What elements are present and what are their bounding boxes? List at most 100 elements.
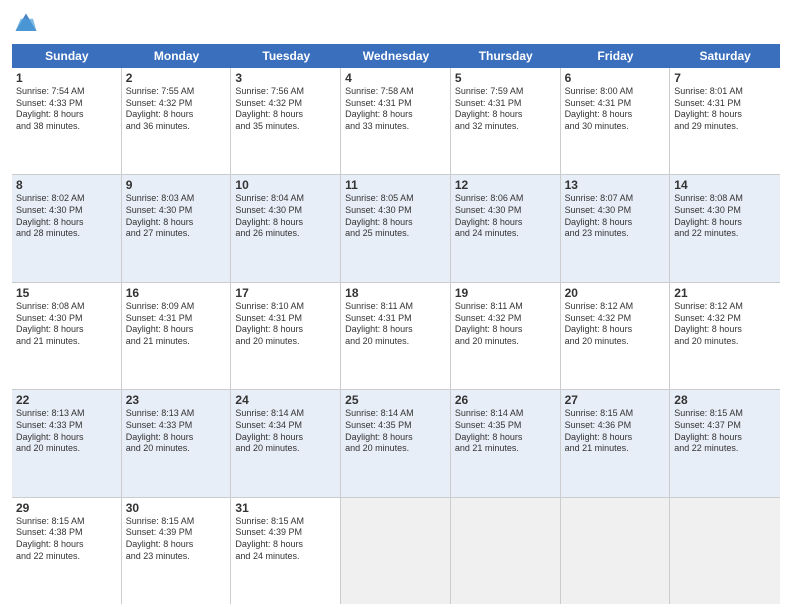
cell-info: Sunrise: 8:13 AMSunset: 4:33 PMDaylight:… xyxy=(16,408,117,455)
cell-info: Sunrise: 8:11 AMSunset: 4:31 PMDaylight:… xyxy=(345,301,446,348)
calendar-cell: 19Sunrise: 8:11 AMSunset: 4:32 PMDayligh… xyxy=(451,283,561,389)
calendar-row: 1Sunrise: 7:54 AMSunset: 4:33 PMDaylight… xyxy=(12,68,780,175)
day-number: 29 xyxy=(16,501,117,515)
day-number: 7 xyxy=(674,71,776,85)
weekday-header: Sunday xyxy=(12,44,122,68)
cell-info: Sunrise: 8:04 AMSunset: 4:30 PMDaylight:… xyxy=(235,193,336,240)
day-number: 8 xyxy=(16,178,117,192)
day-number: 10 xyxy=(235,178,336,192)
day-number: 28 xyxy=(674,393,776,407)
calendar-cell: 13Sunrise: 8:07 AMSunset: 4:30 PMDayligh… xyxy=(561,175,671,281)
calendar-header: SundayMondayTuesdayWednesdayThursdayFrid… xyxy=(12,44,780,68)
day-number: 27 xyxy=(565,393,666,407)
day-number: 13 xyxy=(565,178,666,192)
cell-info: Sunrise: 7:55 AMSunset: 4:32 PMDaylight:… xyxy=(126,86,227,133)
calendar-cell: 5Sunrise: 7:59 AMSunset: 4:31 PMDaylight… xyxy=(451,68,561,174)
day-number: 30 xyxy=(126,501,227,515)
day-number: 17 xyxy=(235,286,336,300)
cell-info: Sunrise: 8:07 AMSunset: 4:30 PMDaylight:… xyxy=(565,193,666,240)
calendar-cell: 9Sunrise: 8:03 AMSunset: 4:30 PMDaylight… xyxy=(122,175,232,281)
calendar-cell: 28Sunrise: 8:15 AMSunset: 4:37 PMDayligh… xyxy=(670,390,780,496)
calendar-cell: 11Sunrise: 8:05 AMSunset: 4:30 PMDayligh… xyxy=(341,175,451,281)
cell-info: Sunrise: 8:10 AMSunset: 4:31 PMDaylight:… xyxy=(235,301,336,348)
day-number: 2 xyxy=(126,71,227,85)
calendar-cell: 1Sunrise: 7:54 AMSunset: 4:33 PMDaylight… xyxy=(12,68,122,174)
calendar-row: 29Sunrise: 8:15 AMSunset: 4:38 PMDayligh… xyxy=(12,498,780,604)
cell-info: Sunrise: 8:01 AMSunset: 4:31 PMDaylight:… xyxy=(674,86,776,133)
calendar-cell: 8Sunrise: 8:02 AMSunset: 4:30 PMDaylight… xyxy=(12,175,122,281)
cell-info: Sunrise: 8:03 AMSunset: 4:30 PMDaylight:… xyxy=(126,193,227,240)
cell-info: Sunrise: 8:14 AMSunset: 4:34 PMDaylight:… xyxy=(235,408,336,455)
weekday-header: Friday xyxy=(561,44,671,68)
calendar-cell: 22Sunrise: 8:13 AMSunset: 4:33 PMDayligh… xyxy=(12,390,122,496)
calendar-cell: 2Sunrise: 7:55 AMSunset: 4:32 PMDaylight… xyxy=(122,68,232,174)
cell-info: Sunrise: 8:14 AMSunset: 4:35 PMDaylight:… xyxy=(345,408,446,455)
cell-info: Sunrise: 8:15 AMSunset: 4:37 PMDaylight:… xyxy=(674,408,776,455)
calendar-container: SundayMondayTuesdayWednesdayThursdayFrid… xyxy=(0,0,792,612)
cell-info: Sunrise: 8:15 AMSunset: 4:38 PMDaylight:… xyxy=(16,516,117,563)
cell-info: Sunrise: 8:15 AMSunset: 4:39 PMDaylight:… xyxy=(235,516,336,563)
cell-info: Sunrise: 8:15 AMSunset: 4:39 PMDaylight:… xyxy=(126,516,227,563)
calendar-cell: 18Sunrise: 8:11 AMSunset: 4:31 PMDayligh… xyxy=(341,283,451,389)
weekday-header: Saturday xyxy=(670,44,780,68)
calendar-cell: 12Sunrise: 8:06 AMSunset: 4:30 PMDayligh… xyxy=(451,175,561,281)
day-number: 4 xyxy=(345,71,446,85)
calendar-cell xyxy=(670,498,780,604)
day-number: 20 xyxy=(565,286,666,300)
logo-icon xyxy=(12,10,40,38)
cell-info: Sunrise: 8:08 AMSunset: 4:30 PMDaylight:… xyxy=(674,193,776,240)
cell-info: Sunrise: 8:11 AMSunset: 4:32 PMDaylight:… xyxy=(455,301,556,348)
day-number: 22 xyxy=(16,393,117,407)
cell-info: Sunrise: 8:12 AMSunset: 4:32 PMDaylight:… xyxy=(565,301,666,348)
calendar-cell xyxy=(451,498,561,604)
calendar-cell: 15Sunrise: 8:08 AMSunset: 4:30 PMDayligh… xyxy=(12,283,122,389)
calendar-cell: 16Sunrise: 8:09 AMSunset: 4:31 PMDayligh… xyxy=(122,283,232,389)
day-number: 19 xyxy=(455,286,556,300)
calendar-row: 15Sunrise: 8:08 AMSunset: 4:30 PMDayligh… xyxy=(12,283,780,390)
calendar-cell xyxy=(561,498,671,604)
day-number: 21 xyxy=(674,286,776,300)
calendar-cell: 24Sunrise: 8:14 AMSunset: 4:34 PMDayligh… xyxy=(231,390,341,496)
calendar-cell: 30Sunrise: 8:15 AMSunset: 4:39 PMDayligh… xyxy=(122,498,232,604)
cell-info: Sunrise: 8:12 AMSunset: 4:32 PMDaylight:… xyxy=(674,301,776,348)
calendar-cell xyxy=(341,498,451,604)
calendar-cell: 7Sunrise: 8:01 AMSunset: 4:31 PMDaylight… xyxy=(670,68,780,174)
cell-info: Sunrise: 8:05 AMSunset: 4:30 PMDaylight:… xyxy=(345,193,446,240)
weekday-header: Thursday xyxy=(451,44,561,68)
page-header xyxy=(12,10,780,38)
calendar-cell: 31Sunrise: 8:15 AMSunset: 4:39 PMDayligh… xyxy=(231,498,341,604)
cell-info: Sunrise: 7:59 AMSunset: 4:31 PMDaylight:… xyxy=(455,86,556,133)
cell-info: Sunrise: 8:13 AMSunset: 4:33 PMDaylight:… xyxy=(126,408,227,455)
day-number: 26 xyxy=(455,393,556,407)
calendar-cell: 14Sunrise: 8:08 AMSunset: 4:30 PMDayligh… xyxy=(670,175,780,281)
calendar-row: 8Sunrise: 8:02 AMSunset: 4:30 PMDaylight… xyxy=(12,175,780,282)
day-number: 25 xyxy=(345,393,446,407)
day-number: 5 xyxy=(455,71,556,85)
cell-info: Sunrise: 8:15 AMSunset: 4:36 PMDaylight:… xyxy=(565,408,666,455)
day-number: 3 xyxy=(235,71,336,85)
calendar-cell: 25Sunrise: 8:14 AMSunset: 4:35 PMDayligh… xyxy=(341,390,451,496)
day-number: 16 xyxy=(126,286,227,300)
calendar-cell: 20Sunrise: 8:12 AMSunset: 4:32 PMDayligh… xyxy=(561,283,671,389)
calendar-cell: 29Sunrise: 8:15 AMSunset: 4:38 PMDayligh… xyxy=(12,498,122,604)
weekday-header: Wednesday xyxy=(341,44,451,68)
day-number: 24 xyxy=(235,393,336,407)
weekday-header: Tuesday xyxy=(231,44,341,68)
calendar-cell: 4Sunrise: 7:58 AMSunset: 4:31 PMDaylight… xyxy=(341,68,451,174)
calendar-cell: 10Sunrise: 8:04 AMSunset: 4:30 PMDayligh… xyxy=(231,175,341,281)
day-number: 31 xyxy=(235,501,336,515)
calendar-body: 1Sunrise: 7:54 AMSunset: 4:33 PMDaylight… xyxy=(12,68,780,604)
cell-info: Sunrise: 7:56 AMSunset: 4:32 PMDaylight:… xyxy=(235,86,336,133)
calendar-cell: 17Sunrise: 8:10 AMSunset: 4:31 PMDayligh… xyxy=(231,283,341,389)
calendar-cell: 6Sunrise: 8:00 AMSunset: 4:31 PMDaylight… xyxy=(561,68,671,174)
day-number: 9 xyxy=(126,178,227,192)
cell-info: Sunrise: 8:06 AMSunset: 4:30 PMDaylight:… xyxy=(455,193,556,240)
cell-info: Sunrise: 8:00 AMSunset: 4:31 PMDaylight:… xyxy=(565,86,666,133)
calendar-cell: 21Sunrise: 8:12 AMSunset: 4:32 PMDayligh… xyxy=(670,283,780,389)
calendar-row: 22Sunrise: 8:13 AMSunset: 4:33 PMDayligh… xyxy=(12,390,780,497)
day-number: 6 xyxy=(565,71,666,85)
cell-info: Sunrise: 8:09 AMSunset: 4:31 PMDaylight:… xyxy=(126,301,227,348)
day-number: 1 xyxy=(16,71,117,85)
cell-info: Sunrise: 8:14 AMSunset: 4:35 PMDaylight:… xyxy=(455,408,556,455)
cell-info: Sunrise: 7:54 AMSunset: 4:33 PMDaylight:… xyxy=(16,86,117,133)
